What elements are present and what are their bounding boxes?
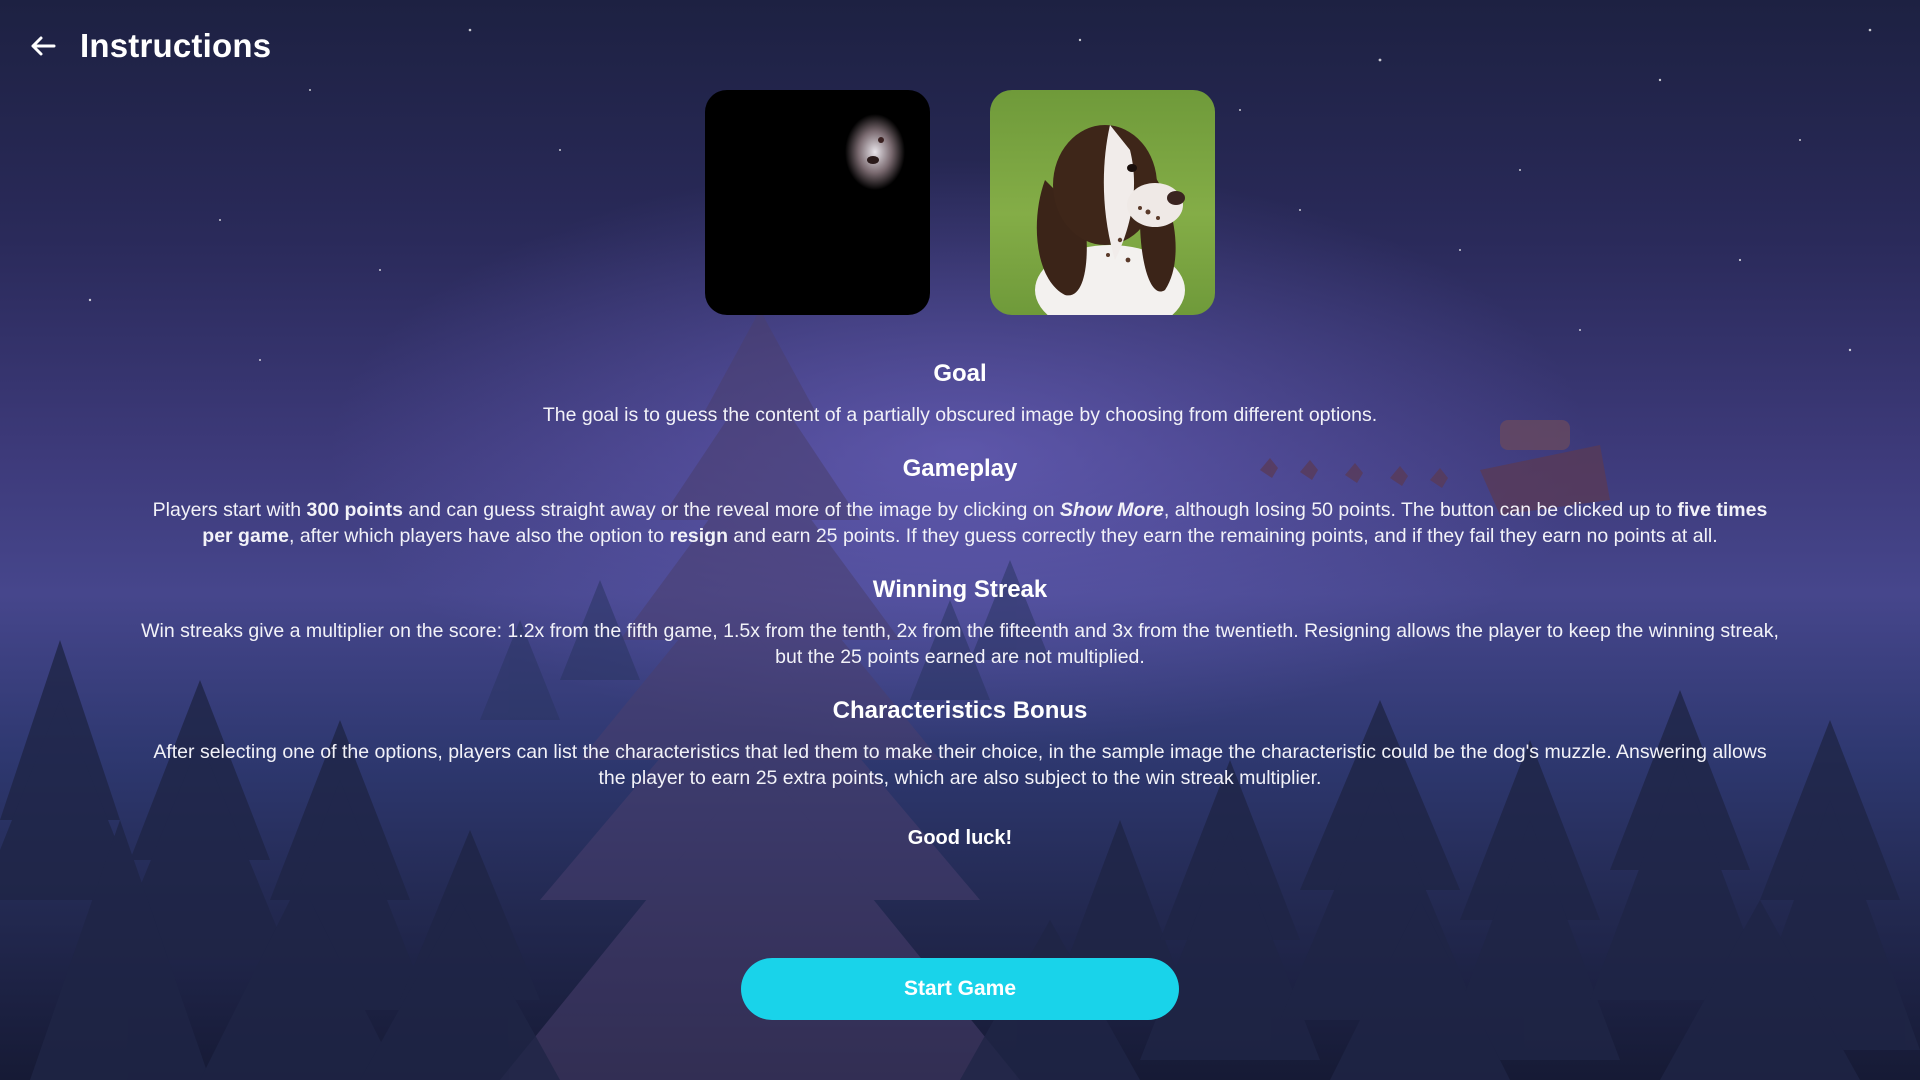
gameplay-emphasis: Show More xyxy=(1059,499,1164,521)
good-luck-text: Good luck! xyxy=(907,827,1013,849)
page-title: Instructions xyxy=(80,27,272,64)
gameplay-emphasis: resign xyxy=(669,525,729,547)
header: Instructions xyxy=(28,22,271,70)
gameplay-heading: Gameplay xyxy=(902,455,1018,482)
gameplay-text: Players start with 300 points and can gu… xyxy=(140,497,1780,549)
goal-heading: Goal xyxy=(933,360,987,387)
characteristics-bonus-section: Characteristics Bonus After selecting on… xyxy=(140,697,1780,791)
characteristics-bonus-text: After selecting one of the options, play… xyxy=(153,741,1767,789)
winning-streak-text: Win streaks give a multiplier on the sco… xyxy=(141,620,1779,668)
gameplay-text-part: and earn 25 points. If they guess correc… xyxy=(728,525,1718,547)
gameplay-section: Gameplay Players start with 300 points a… xyxy=(140,455,1780,549)
gameplay-text-part: , after which players have also the opti… xyxy=(289,525,670,547)
winning-streak-section: Winning Streak Win streaks give a multip… xyxy=(140,576,1780,670)
start-game-button[interactable]: Start Game xyxy=(741,958,1179,1020)
goal-text: The goal is to guess the content of a pa… xyxy=(542,404,1378,426)
obscured-sample-image xyxy=(705,90,930,315)
sample-images xyxy=(0,90,1920,315)
gameplay-text-part: , although losing 50 points. The button … xyxy=(1163,499,1678,521)
winning-streak-heading: Winning Streak xyxy=(872,576,1048,603)
goal-section: Goal The goal is to guess the content of… xyxy=(140,360,1780,428)
gameplay-text-part: Players start with xyxy=(152,499,307,521)
instructions-content: Goal The goal is to guess the content of… xyxy=(140,360,1780,850)
revealed-sample-image xyxy=(990,90,1215,315)
arrow-left-icon xyxy=(31,36,56,56)
gameplay-emphasis: 300 points xyxy=(306,499,403,521)
back-button[interactable] xyxy=(28,31,58,61)
characteristics-bonus-heading: Characteristics Bonus xyxy=(832,697,1088,724)
gameplay-text-part: and can guess straight away or the revea… xyxy=(403,499,1060,521)
